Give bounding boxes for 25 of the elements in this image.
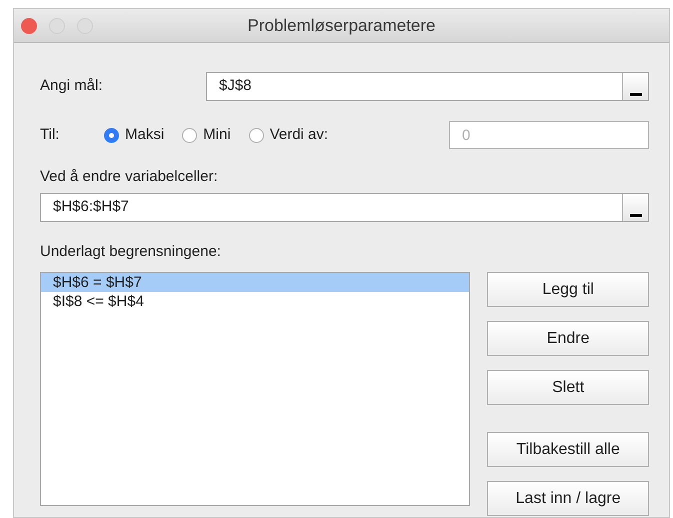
radio-label: Verdi av:: [270, 124, 328, 145]
action-button[interactable]: Endre: [487, 321, 649, 356]
constraint-item[interactable]: $I$8 <= $H$4: [41, 292, 470, 311]
underscore-icon: [630, 93, 642, 96]
variables-field[interactable]: $H$6:$H$7: [40, 193, 649, 222]
collapse-button[interactable]: [622, 194, 648, 221]
radio-label: Mini: [203, 124, 231, 145]
objective-field[interactable]: $J$8: [206, 72, 649, 101]
to-label: Til:: [40, 124, 60, 145]
variables-label: Ved å endre variabelceller:: [40, 167, 219, 187]
close-icon[interactable]: [21, 18, 37, 34]
window-title: Problemløserparametere: [247, 14, 436, 37]
radio-button[interactable]: [248, 128, 264, 142]
action-button[interactable]: Legg til: [487, 272, 649, 307]
radio-button[interactable]: [104, 128, 119, 142]
radio-label: Maksi: [125, 124, 164, 145]
collapse-button[interactable]: [622, 73, 648, 100]
action-button[interactable]: Tilbakestill alle: [487, 432, 649, 467]
underscore-icon: [630, 214, 642, 217]
action-button[interactable]: Last inn / lagre: [487, 481, 649, 516]
constraints-label: Underlagt begrensningene:: [40, 242, 222, 262]
action-button[interactable]: Slett: [487, 370, 649, 405]
objective-label: Angi mål:: [40, 76, 104, 96]
constraint-item[interactable]: $H$6 = $H$7: [41, 273, 470, 292]
radio-button[interactable]: [182, 128, 198, 142]
